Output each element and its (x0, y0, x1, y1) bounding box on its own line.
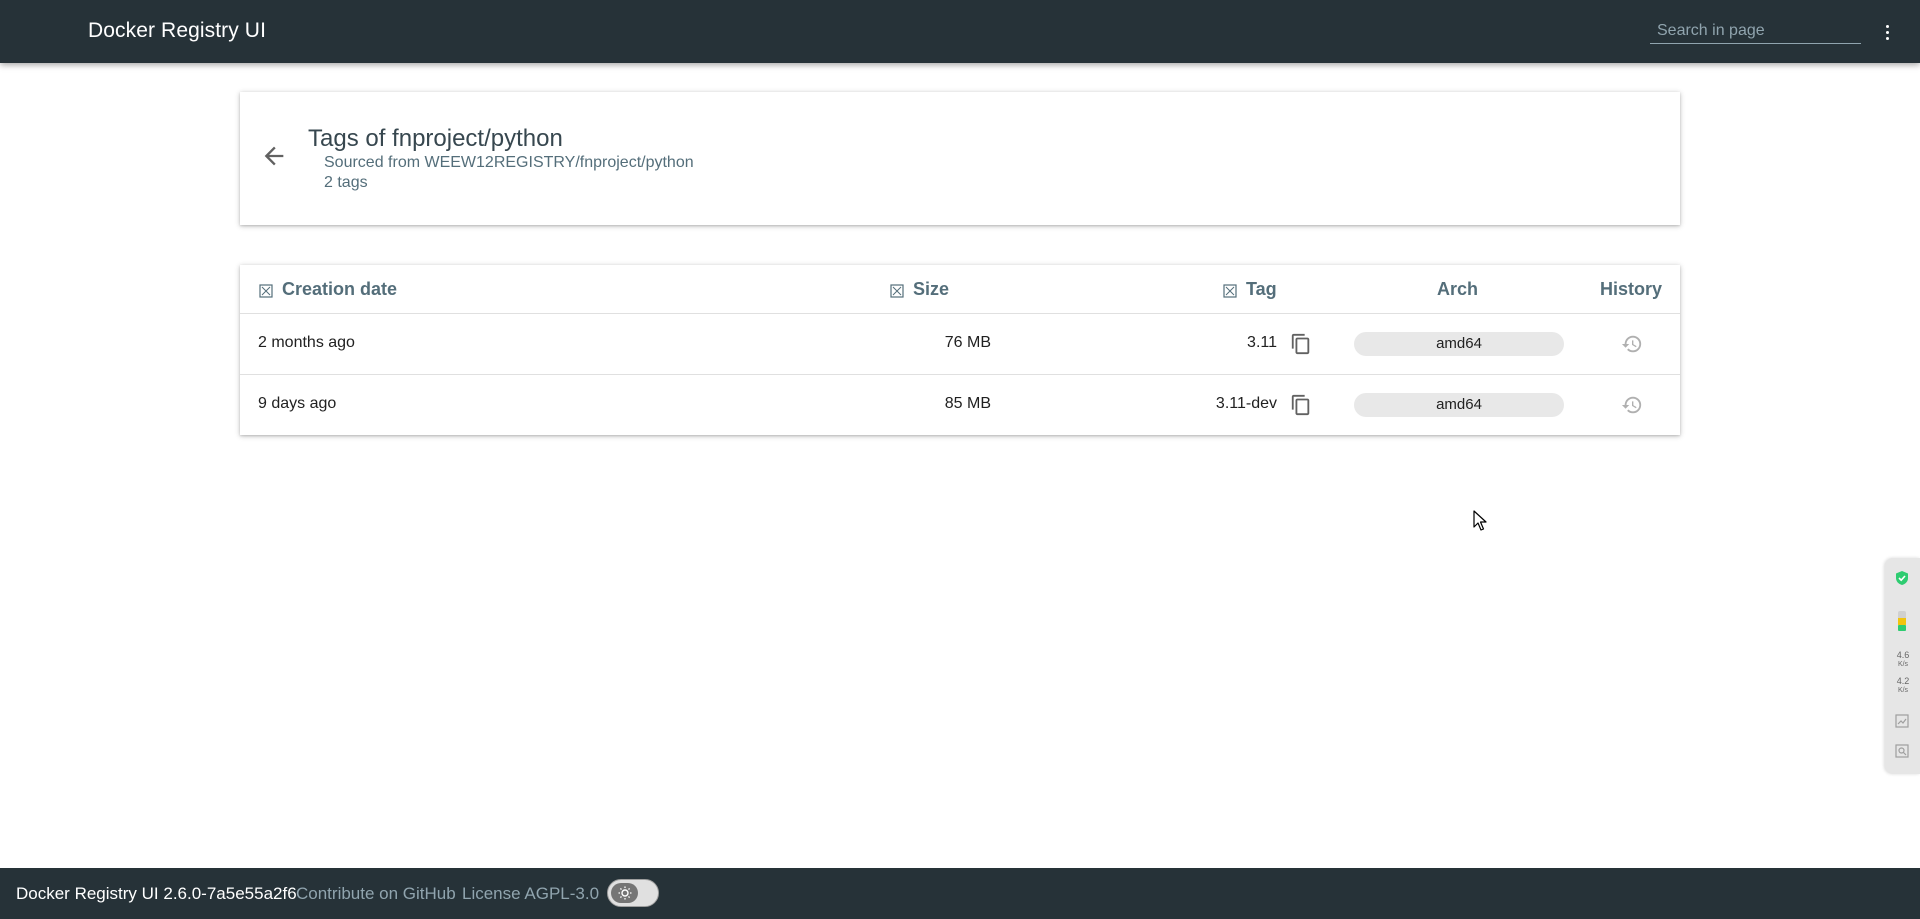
page-title: Tags of fnproject/python (308, 125, 563, 152)
arch-chip: amd64 (1354, 393, 1564, 417)
arch-chip: amd64 (1354, 332, 1564, 356)
version-label: Docker Registry UI 2.6.0-7a5e55a2f6 (16, 884, 297, 903)
column-label: History (1600, 279, 1663, 299)
github-link[interactable]: Contribute on GitHub (296, 884, 456, 904)
mouse-cursor-icon (1473, 510, 1487, 531)
shield-check-icon (1896, 571, 1908, 585)
column-size[interactable]: Size (890, 279, 949, 300)
source-label: Sourced from WEEW12REGISTRY/fnproject/py… (324, 154, 694, 171)
tag-count: 2 tags (324, 174, 368, 191)
back-button[interactable] (260, 142, 288, 170)
more-menu-icon[interactable] (1880, 18, 1894, 46)
tag-cell: 3.11-dev (1215, 395, 1277, 412)
creation-date-cell: 9 days ago (258, 395, 337, 412)
column-creation-date[interactable]: Creation date (259, 279, 397, 300)
footer: Docker Registry UI 2.6.0-7a5e55a2f6 Cont… (0, 868, 1920, 919)
search-input[interactable] (1650, 20, 1861, 42)
theme-toggle[interactable] (607, 879, 659, 907)
side-monitor-widget[interactable]: 4.6 K/s 4.2 K/s (1885, 558, 1920, 774)
column-label: Arch (1437, 279, 1479, 299)
search-field (1650, 20, 1861, 44)
sun-icon (618, 886, 631, 900)
copy-tag-button[interactable] (1290, 332, 1312, 356)
search-image-icon[interactable] (1894, 743, 1910, 759)
menu-dot (1885, 24, 1889, 28)
column-history: History (1600, 279, 1662, 300)
sort-icon (1223, 284, 1237, 298)
app-title[interactable]: Docker Registry UI (88, 19, 266, 43)
column-label: Creation date (282, 279, 398, 299)
top-app-bar: Docker Registry UI (0, 0, 1920, 63)
size-cell: 85 MB (944, 395, 991, 412)
sort-icon (890, 284, 904, 298)
sort-icon (259, 284, 273, 298)
column-tag[interactable]: Tag (1223, 279, 1277, 300)
copy-icon (1291, 333, 1310, 355)
tag-cell: 3.11 (1247, 334, 1277, 351)
history-icon (1621, 335, 1642, 353)
column-arch: Arch (1437, 279, 1478, 300)
table-header: Creation date Size Tag Arch History (240, 265, 1680, 314)
chart-icon[interactable] (1894, 713, 1910, 729)
menu-dot (1885, 36, 1889, 40)
copy-icon (1291, 394, 1310, 416)
table-row: 2 months ago 76 MB 3.11 amd64 (240, 314, 1680, 375)
tags-title-card: Tags of fnproject/python Sourced from WE… (240, 92, 1680, 225)
download-speed: 4.2 (1896, 676, 1910, 686)
arrow-left-icon (264, 146, 284, 166)
upload-speed: 4.6 (1896, 650, 1910, 660)
column-label: Size (913, 279, 950, 299)
size-cell: 76 MB (944, 334, 991, 351)
history-icon (1621, 396, 1642, 414)
toggle-knob (611, 883, 638, 903)
download-unit: K/s (1897, 687, 1909, 694)
column-label: Tag (1246, 279, 1277, 299)
history-button[interactable] (1621, 333, 1643, 355)
license-link[interactable]: License AGPL-3.0 (462, 884, 599, 904)
upload-unit: K/s (1897, 661, 1909, 668)
creation-date-cell: 2 months ago (258, 334, 355, 351)
copy-tag-button[interactable] (1290, 393, 1312, 417)
app-root: Docker Registry UI Tags of fnproject/pyt… (0, 0, 1920, 919)
battery-level-icon (1898, 611, 1906, 631)
tags-table: Creation date Size Tag Arch History 2 mo… (240, 265, 1680, 435)
menu-dot (1885, 30, 1889, 34)
history-button[interactable] (1621, 394, 1643, 416)
table-row: 9 days ago 85 MB 3.11-dev amd64 (240, 375, 1680, 436)
